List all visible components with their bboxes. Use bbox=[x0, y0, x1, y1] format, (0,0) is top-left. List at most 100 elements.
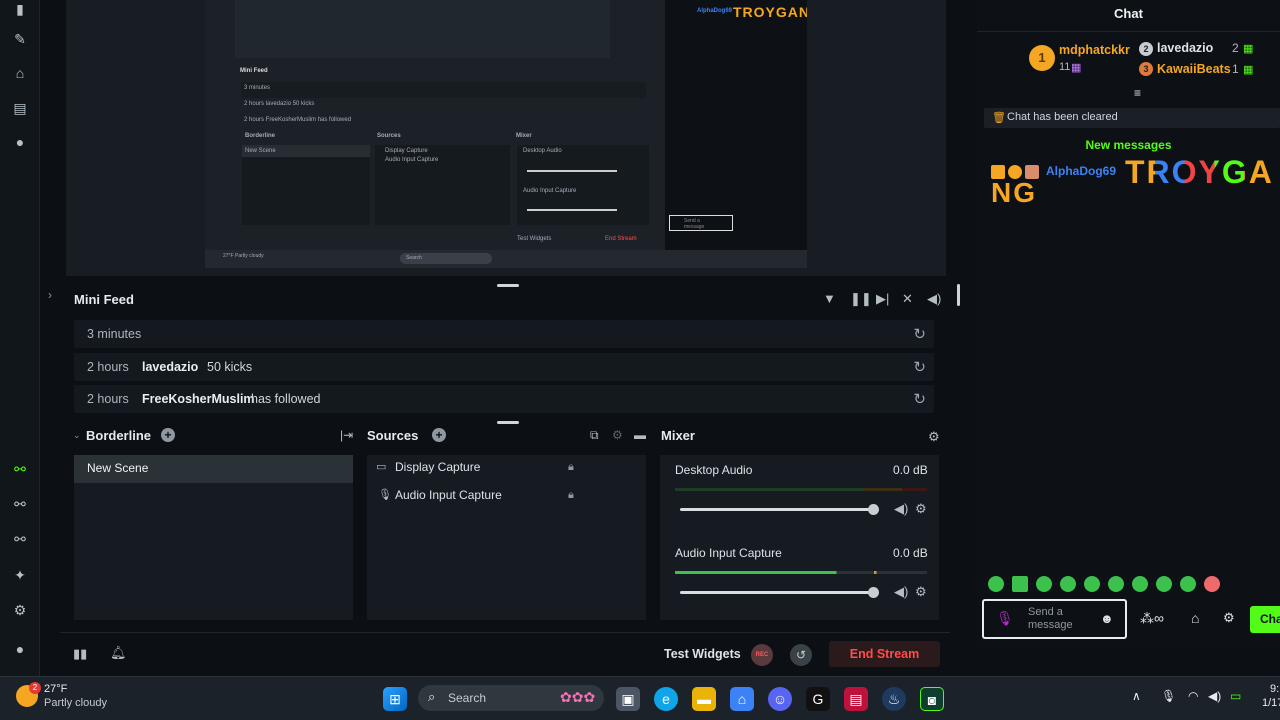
lock-icon[interactable]: 🔒︎ bbox=[568, 461, 574, 474]
speaker-icon[interactable]: ◀) bbox=[894, 501, 908, 517]
editor-icon[interactable]: ✎ bbox=[11, 30, 29, 48]
mixer-settings-icon[interactable]: ⚙ bbox=[928, 429, 940, 445]
source-item[interactable]: Display Capture bbox=[395, 460, 480, 474]
source-group-icon[interactable]: ⧉ bbox=[590, 428, 599, 443]
gifter-name[interactable]: KawaiiBeats bbox=[1157, 62, 1231, 76]
add-source-icon[interactable]: + bbox=[432, 428, 446, 442]
replay-icon[interactable]: ↻ bbox=[913, 390, 926, 408]
settings-icon[interactable]: ⚙ bbox=[11, 601, 29, 619]
end-stream-button[interactable]: End Stream bbox=[829, 641, 940, 667]
resize-handle[interactable] bbox=[957, 284, 960, 306]
lock-icon[interactable]: 🔒︎ bbox=[568, 489, 574, 502]
replay-icon[interactable]: ↻ bbox=[913, 358, 926, 376]
volume-slider[interactable] bbox=[680, 587, 879, 598]
collapse-chevron-icon[interactable]: › bbox=[48, 288, 52, 302]
mixer-channel-name: Desktop Audio bbox=[675, 463, 753, 477]
pause-icon[interactable]: ❚❚ bbox=[850, 291, 872, 307]
shop-icon[interactable]: ⌂ bbox=[1191, 610, 1199, 626]
profile-icon[interactable]: ● bbox=[11, 640, 29, 658]
media-icon[interactable]: ▤ bbox=[11, 99, 29, 117]
top-gifter-name[interactable]: mdphatckkr bbox=[1059, 43, 1130, 57]
emote-icon[interactable] bbox=[1108, 576, 1124, 592]
skip-icon[interactable]: ▶| bbox=[876, 291, 889, 307]
slider-knob[interactable] bbox=[868, 587, 879, 598]
tray-chevron-icon[interactable]: ∧ bbox=[1132, 689, 1141, 703]
source-settings-icon[interactable]: ⚙ bbox=[612, 428, 623, 442]
emote-icon[interactable] bbox=[1180, 576, 1196, 592]
clock-date[interactable]: 1/17 bbox=[1262, 697, 1280, 709]
monitor-icon: ▭ bbox=[376, 461, 387, 473]
collapse-leaderboard-icon[interactable]: ≡ bbox=[1134, 86, 1141, 100]
taskbar-search[interactable]: ⌕ Search ✿✿✿ bbox=[418, 685, 604, 711]
app-icon[interactable]: G bbox=[806, 687, 830, 711]
task-view-icon[interactable]: ▣ bbox=[616, 687, 640, 711]
scenes-title[interactable]: Borderline bbox=[86, 428, 151, 446]
emote-icon[interactable] bbox=[1156, 576, 1172, 592]
integrations-icon[interactable]: ⚯ bbox=[11, 530, 29, 548]
clock-time[interactable]: 9: bbox=[1270, 683, 1279, 695]
emoji-icon[interactable]: ☻ bbox=[1100, 611, 1114, 626]
notifications-icon[interactable]: 🔔︎ bbox=[110, 645, 127, 661]
battery-icon[interactable]: ▭ bbox=[1230, 689, 1241, 703]
volume-icon[interactable]: ◀) bbox=[927, 291, 941, 307]
collapse-panel-icon[interactable]: |⇥ bbox=[340, 428, 353, 442]
file-explorer-icon[interactable]: ▬ bbox=[692, 687, 716, 711]
mini-chat: AlphaDog69 TROYGANG Send a message bbox=[665, 0, 807, 250]
record-icon[interactable]: ● bbox=[11, 133, 29, 151]
filter-icon[interactable]: ▼ bbox=[823, 291, 836, 306]
mini-row: 2 hours lavedazio 50 kicks bbox=[244, 101, 315, 107]
collapse-chevron-icon[interactable]: ⌄ bbox=[73, 430, 81, 441]
channel-settings-icon[interactable]: ⚙ bbox=[915, 501, 927, 517]
link-icon[interactable]: ⚯ bbox=[11, 495, 29, 513]
store-icon[interactable]: ⌂ bbox=[11, 64, 29, 82]
weather-text[interactable]: Partly cloudy bbox=[44, 697, 107, 709]
tray-mic-icon[interactable]: 🎙︎ bbox=[1161, 689, 1176, 703]
streamlabs-icon[interactable]: ◙ bbox=[920, 687, 944, 711]
replay-buffer-icon[interactable]: ↺ bbox=[790, 644, 812, 666]
chat-username[interactable]: AlphaDog69 bbox=[1046, 164, 1116, 178]
emote-icon[interactable] bbox=[988, 576, 1004, 592]
volume-slider[interactable] bbox=[680, 504, 879, 515]
stats-icon[interactable]: ▮▮ bbox=[73, 646, 87, 662]
mini-scenes-title: Borderline bbox=[245, 133, 276, 139]
gifter-name[interactable]: lavedazio bbox=[1157, 41, 1213, 55]
emote-picker-icon[interactable]: ⁂∞ bbox=[1140, 610, 1164, 627]
drag-handle[interactable] bbox=[497, 421, 519, 424]
feed-user[interactable]: FreeKosherMuslim bbox=[142, 392, 255, 406]
microphone-icon[interactable]: 🎙︎ bbox=[996, 610, 1014, 627]
discord-icon[interactable]: ☺ bbox=[768, 687, 792, 711]
steam-icon[interactable]: ♨ bbox=[882, 687, 906, 711]
source-item[interactable]: Audio Input Capture bbox=[395, 488, 502, 502]
record-button[interactable]: REC bbox=[751, 644, 773, 666]
volume-icon[interactable]: ◀) bbox=[1208, 689, 1221, 703]
audio-meter bbox=[675, 488, 927, 491]
channel-settings-icon[interactable]: ⚙ bbox=[915, 584, 927, 600]
app-icon[interactable]: ▤ bbox=[844, 687, 868, 711]
weather-temp[interactable]: 27°F bbox=[44, 683, 67, 695]
chat-input[interactable]: 🎙︎ Send a message ☻ bbox=[982, 599, 1127, 639]
slider-knob[interactable] bbox=[868, 504, 879, 515]
sparkle-icon[interactable]: ✦ bbox=[11, 566, 29, 584]
feed-user[interactable]: lavedazio bbox=[142, 360, 198, 374]
test-widgets-button[interactable]: Test Widgets bbox=[664, 647, 741, 661]
emote-icon[interactable] bbox=[1036, 576, 1052, 592]
speaker-icon[interactable]: ◀) bbox=[894, 584, 908, 600]
windows-start-icon[interactable]: ⊞ bbox=[383, 687, 407, 711]
add-scene-icon[interactable]: + bbox=[161, 428, 175, 442]
store-icon[interactable]: ⌂ bbox=[730, 687, 754, 711]
chat-send-button[interactable]: Chat bbox=[1250, 606, 1280, 633]
kick-link-icon[interactable]: ⚯ bbox=[11, 460, 29, 478]
scene-item[interactable]: New Scene bbox=[74, 455, 353, 483]
wifi-icon[interactable]: ◠ bbox=[1188, 689, 1198, 703]
mute-alerts-icon[interactable]: ✕ bbox=[902, 291, 913, 307]
chat-settings-icon[interactable]: ⚙ bbox=[1223, 610, 1235, 626]
emote-icon[interactable] bbox=[1060, 576, 1076, 592]
emote-icon[interactable] bbox=[1132, 576, 1148, 592]
library-icon[interactable]: ▮ bbox=[11, 0, 29, 18]
folder-icon[interactable]: ▬ bbox=[634, 428, 646, 442]
emote-icon[interactable] bbox=[1204, 576, 1220, 592]
replay-icon[interactable]: ↻ bbox=[913, 325, 926, 343]
emote-icon[interactable] bbox=[1084, 576, 1100, 592]
edge-icon[interactable]: e bbox=[654, 687, 678, 711]
emote-icon[interactable] bbox=[1012, 576, 1028, 592]
